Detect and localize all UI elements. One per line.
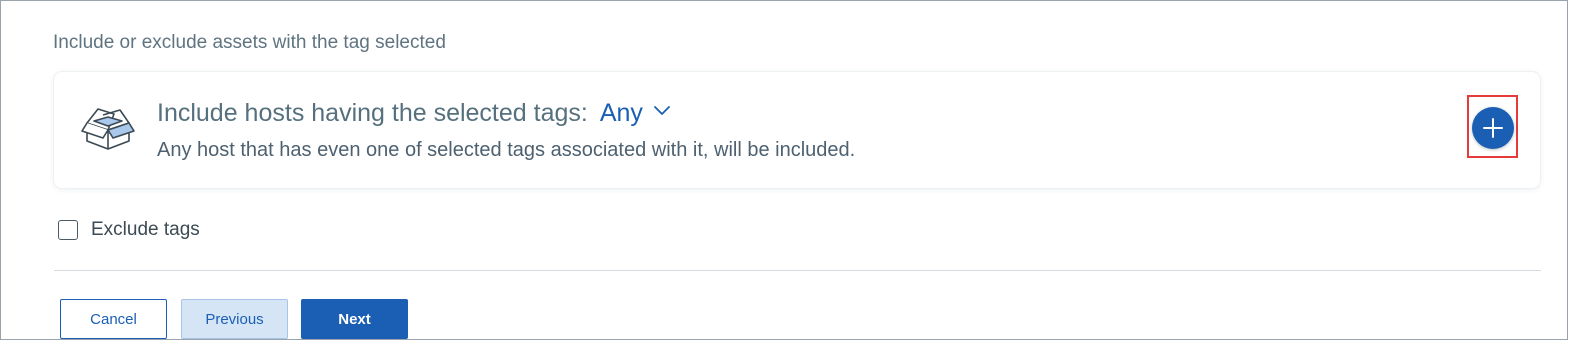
section-label: Include or exclude assets with the tag s… [53,32,446,53]
card-description: Any host that has even one of selected t… [157,139,856,161]
plus-icon [1483,118,1503,138]
chevron-down-icon [654,106,670,115]
exclude-tags-row: Exclude tags [58,219,200,241]
include-tags-card: Include hosts having the selected tags: … [54,72,1540,188]
card-title-row: Include hosts having the selected tags: … [157,97,671,129]
next-button[interactable]: Next [301,299,408,339]
open-box-icon [81,108,135,150]
cancel-button[interactable]: Cancel [60,299,167,339]
previous-button[interactable]: Previous [181,299,288,339]
match-mode-dropdown[interactable]: Any [600,97,671,129]
add-tag-button[interactable] [1472,107,1514,149]
card-title: Include hosts having the selected tags: [157,99,588,127]
match-mode-value: Any [599,99,643,127]
footer-divider [54,270,1541,271]
exclude-tags-label[interactable]: Exclude tags [91,219,200,241]
wizard-panel: Include or exclude assets with the tag s… [0,0,1568,340]
exclude-tags-checkbox[interactable] [58,220,78,240]
